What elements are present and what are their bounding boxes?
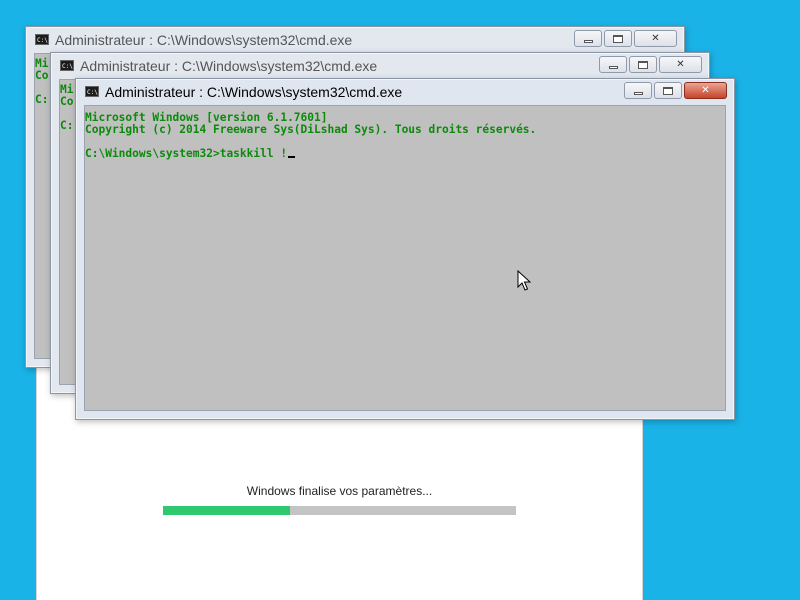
setup-status-text: Windows finalise vos paramètres... (246, 484, 433, 498)
maximize-icon (613, 34, 623, 43)
close-icon: ✕ (676, 59, 685, 70)
window-title: Administrateur : C:\Windows\system32\cmd… (55, 32, 353, 48)
maximize-icon (638, 60, 648, 69)
close-button[interactable]: ✕ (684, 82, 727, 99)
maximize-button[interactable] (654, 82, 682, 99)
minimize-button[interactable] (574, 30, 602, 47)
maximize-icon (663, 86, 673, 95)
console-line: Co (60, 95, 74, 108)
title-bar[interactable]: C:\ Administrateur : C:\Windows\system32… (51, 53, 709, 79)
command-prompt-line[interactable]: C:\Windows\system32>taskkill ! (85, 147, 296, 160)
command-text: C:\Windows\system32>taskkill ! (85, 147, 288, 160)
minimize-icon (633, 91, 643, 95)
maximize-button[interactable] (629, 56, 657, 73)
minimize-button[interactable] (624, 82, 652, 99)
window-title: Administrateur : C:\Windows\system32\cmd… (105, 84, 403, 100)
title-bar[interactable]: C:\ Administrateur : C:\Windows\system32… (76, 79, 734, 105)
console-area[interactable]: Microsoft Windows [version 6.1.7601] Cop… (84, 105, 726, 411)
text-caret (288, 156, 296, 158)
title-bar[interactable]: C:\ Administrateur : C:\Windows\system32… (26, 27, 684, 53)
close-button[interactable]: ✕ (659, 56, 702, 73)
console-line: C: (60, 119, 74, 132)
close-button[interactable]: ✕ (634, 30, 677, 47)
cmd-icon: C:\ (85, 86, 99, 97)
console-line: Copyright (c) 2014 Freeware Sys(DiLshad … (85, 123, 537, 136)
console-line: C: (35, 93, 49, 106)
minimize-icon (608, 65, 618, 69)
close-icon: ✕ (701, 85, 710, 96)
close-icon: ✕ (651, 33, 660, 44)
minimize-button[interactable] (599, 56, 627, 73)
window-title: Administrateur : C:\Windows\system32\cmd… (80, 58, 378, 74)
cmd-icon: C:\ (60, 60, 74, 71)
arrow-cursor-icon (517, 270, 531, 291)
setup-progress-bar (163, 506, 516, 515)
cmd-window-front[interactable]: C:\ Administrateur : C:\Windows\system32… (75, 78, 735, 420)
console-line: Co (35, 69, 49, 82)
minimize-icon (583, 39, 593, 43)
cmd-icon: C:\ (35, 34, 49, 45)
maximize-button[interactable] (604, 30, 632, 47)
setup-progress-fill (163, 506, 291, 515)
